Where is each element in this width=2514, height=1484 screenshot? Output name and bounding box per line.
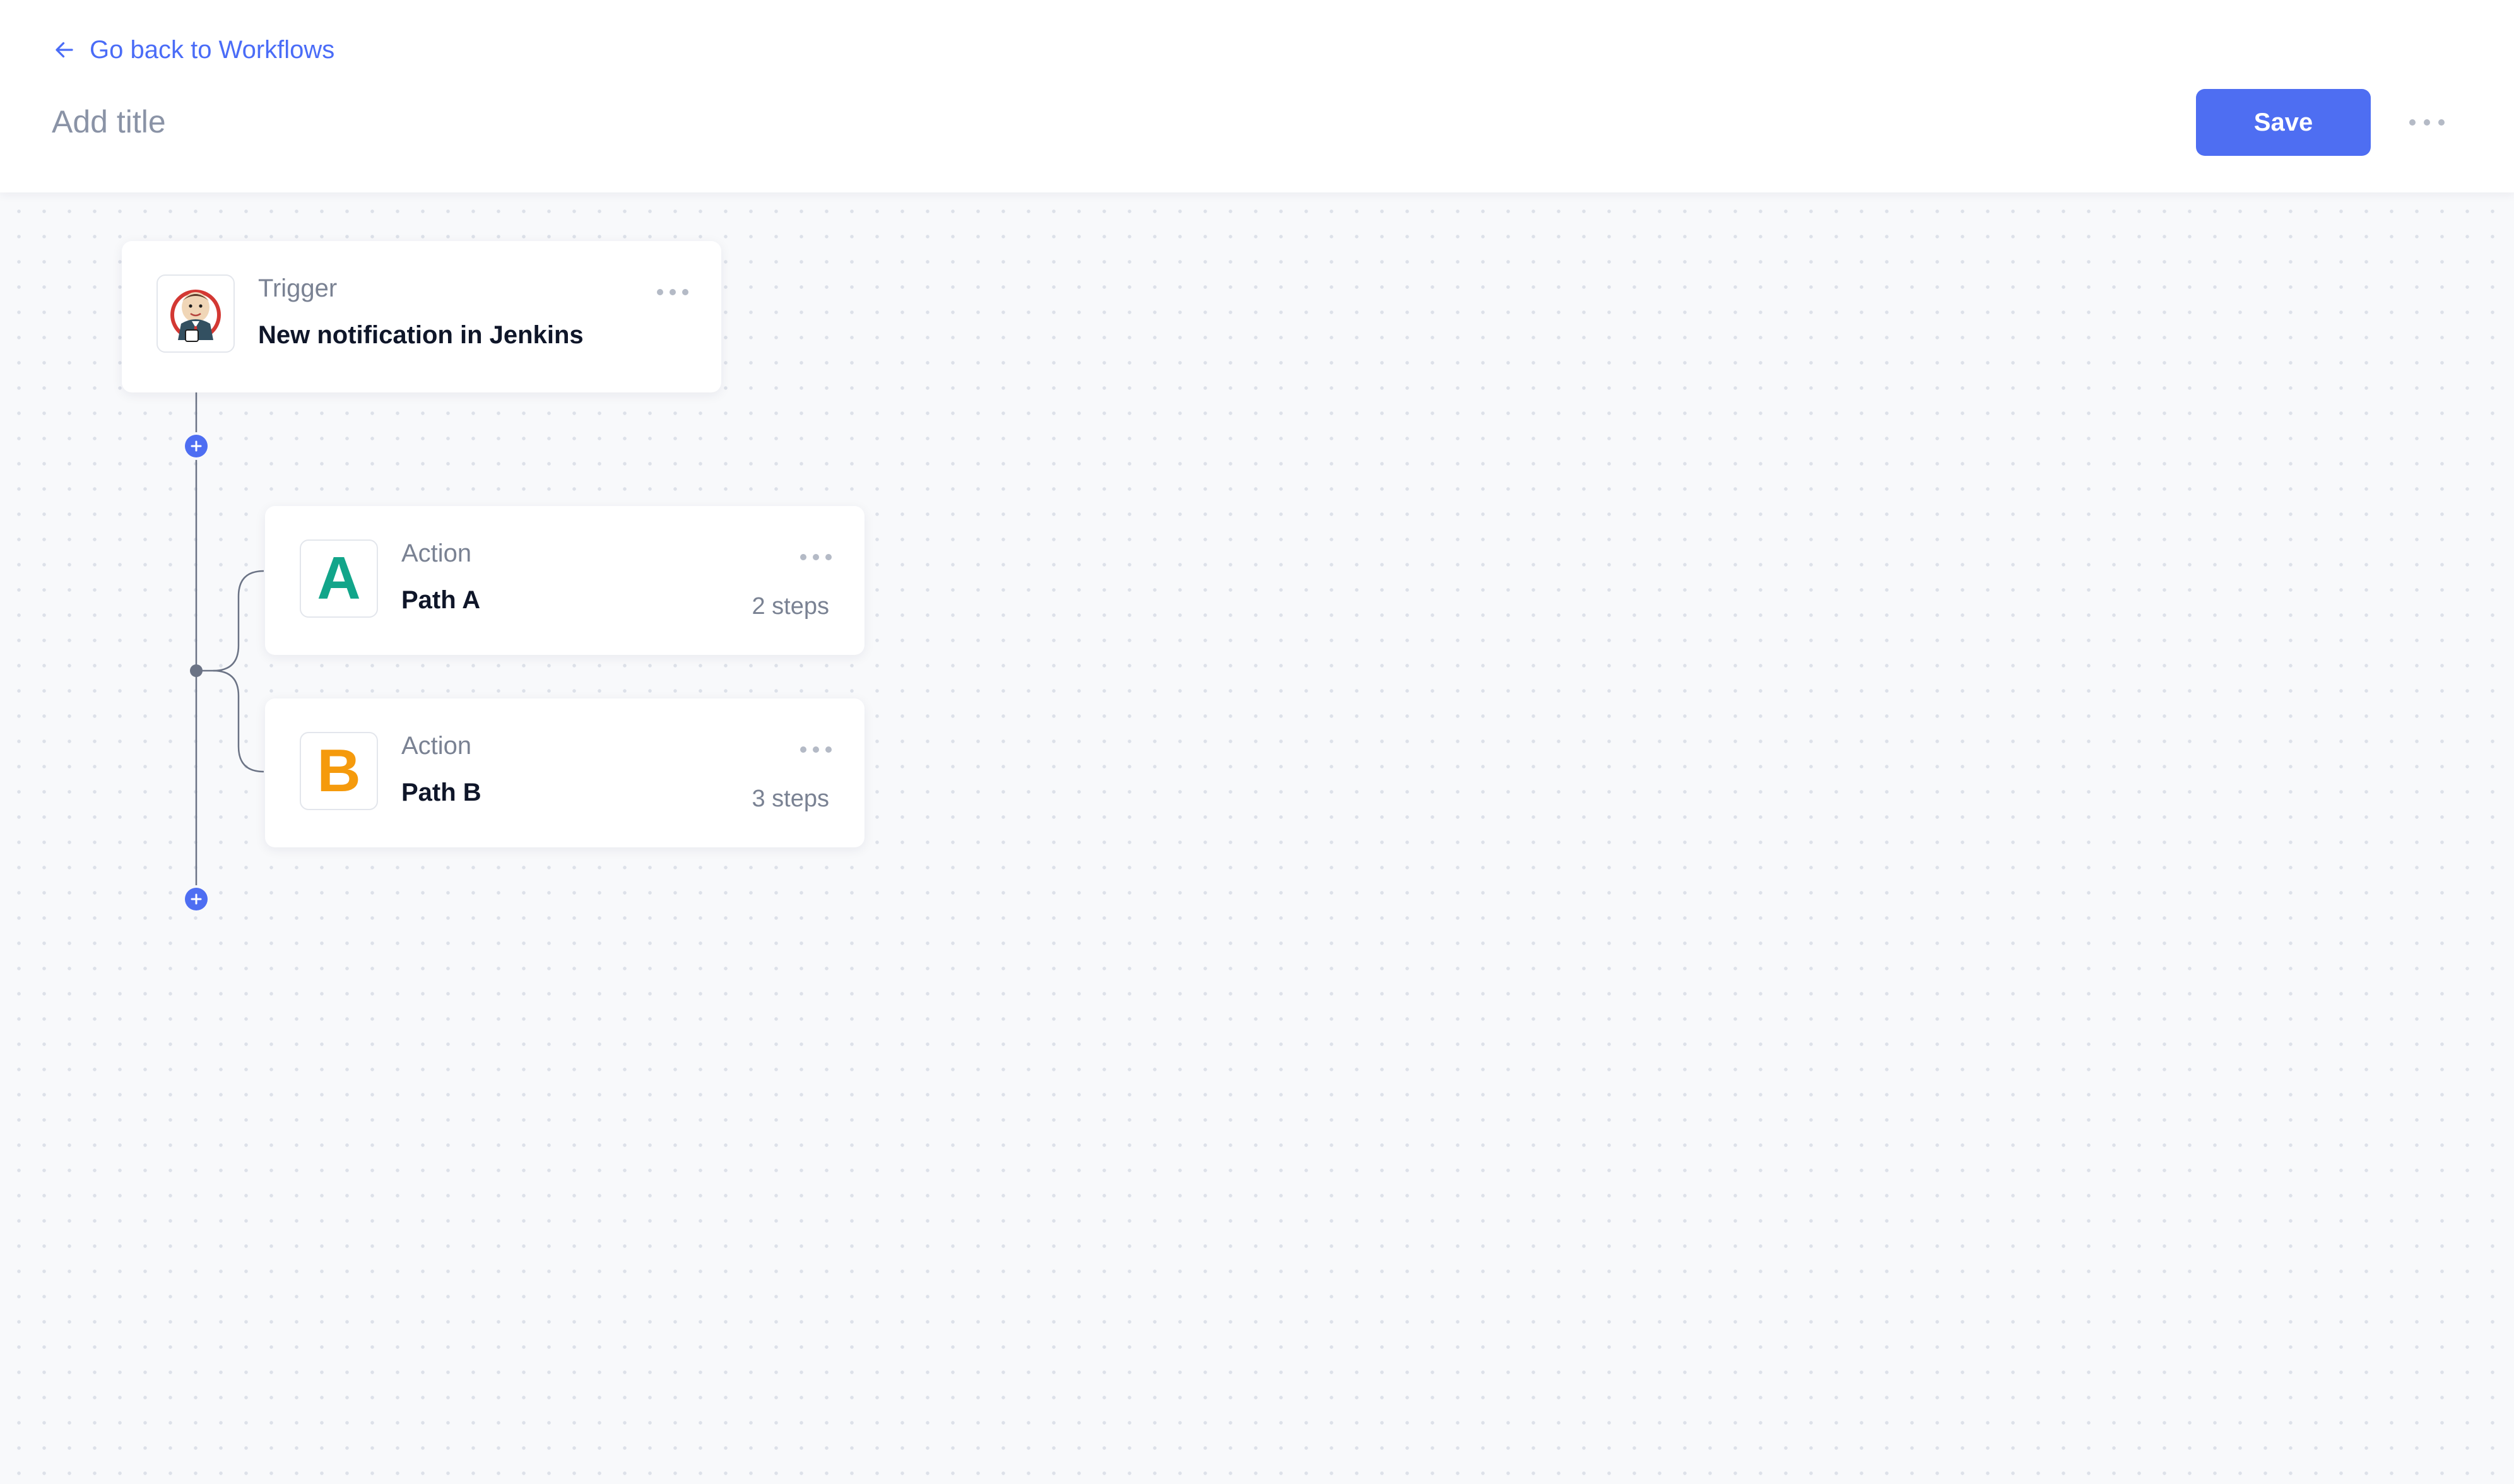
jenkins-icon — [156, 274, 235, 353]
plus-icon — [191, 893, 202, 905]
path-a-steps: 2 steps — [752, 593, 829, 620]
path-b-steps: 3 steps — [752, 786, 829, 812]
path-a-letter: A — [317, 545, 361, 612]
add-step-button[interactable] — [185, 888, 208, 910]
path-b-letter-icon: B — [300, 732, 378, 810]
trigger-card[interactable]: Trigger New notification in Jenkins — [122, 241, 721, 392]
path-b-more-icon[interactable] — [800, 743, 832, 756]
more-options-icon[interactable] — [2409, 111, 2445, 134]
back-to-workflows-link[interactable]: Go back to Workflows — [53, 34, 334, 66]
path-a-letter-icon: A — [300, 539, 378, 618]
trigger-label: Trigger — [258, 274, 338, 302]
trigger-more-icon[interactable] — [657, 286, 688, 298]
path-a-label: Action — [401, 539, 472, 567]
arrow-left-icon — [56, 42, 73, 58]
workflow-title-input[interactable] — [52, 98, 1188, 146]
save-button[interactable]: Save — [2196, 89, 2371, 156]
path-b-card[interactable]: B Action Path B 3 steps — [265, 698, 865, 847]
path-a-more-icon[interactable] — [800, 551, 832, 563]
path-a-title: Path A — [401, 586, 481, 614]
workflow-header: Go back to Workflows Save — [0, 0, 2514, 192]
add-step-button[interactable] — [185, 435, 208, 457]
trigger-title: New notification in Jenkins — [258, 321, 584, 349]
path-b-title: Path B — [401, 779, 481, 806]
back-link-label: Go back to Workflows — [90, 35, 335, 64]
path-b-label: Action — [401, 732, 472, 760]
path-a-card[interactable]: A Action Path A 2 steps — [265, 506, 865, 655]
path-b-letter: B — [317, 737, 361, 804]
plus-icon — [191, 440, 202, 452]
